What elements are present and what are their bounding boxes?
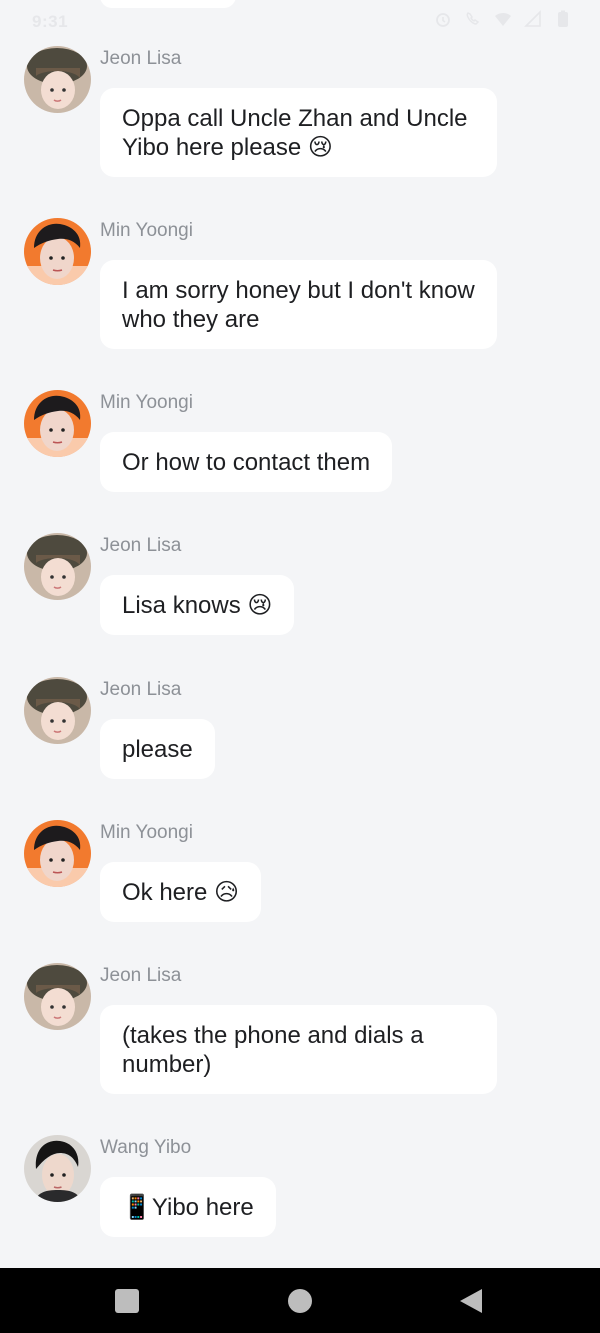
yibo-avatar[interactable] xyxy=(24,1135,91,1202)
lisa-avatar[interactable] xyxy=(24,963,91,1030)
sender-name: Wang Yibo xyxy=(100,1137,192,1158)
sender-name: Jeon Lisa xyxy=(100,48,182,69)
lisa-avatar[interactable] xyxy=(24,677,91,744)
message-bubble: Or how to contact them xyxy=(100,432,393,492)
lisa-avatar[interactable] xyxy=(24,46,91,113)
home-button[interactable] xyxy=(288,1289,312,1313)
signal-icon xyxy=(524,10,542,28)
message-bubble: Ok here 😥 xyxy=(100,862,262,922)
message-bubble: Lisa knows 😢 xyxy=(100,575,295,635)
sender-name: Jeon Lisa xyxy=(100,535,182,556)
back-button[interactable] xyxy=(458,1288,484,1314)
wifi-calling-icon xyxy=(464,10,482,28)
sender-name: Jeon Lisa xyxy=(100,679,182,700)
message-bubble: (takes the phone and dials a number) xyxy=(100,1005,497,1094)
recents-button[interactable] xyxy=(115,1289,139,1313)
back-triangle-icon xyxy=(460,1289,482,1313)
navigation-bar xyxy=(0,1268,600,1333)
wifi-icon xyxy=(494,10,512,28)
battery-icon xyxy=(554,10,572,28)
message-bubble: please xyxy=(100,719,215,779)
sender-name: Min Yoongi xyxy=(100,822,193,843)
sender-name: Jeon Lisa xyxy=(100,965,182,986)
status-bar: 9:31 xyxy=(0,0,600,44)
lisa-avatar[interactable] xyxy=(24,533,91,600)
yoongi-avatar[interactable] xyxy=(24,218,91,285)
yoongi-avatar[interactable] xyxy=(24,390,91,457)
status-icons xyxy=(434,10,572,28)
sender-name: Min Yoongi xyxy=(100,392,193,413)
message-bubble: Oppa call Uncle Zhan and Uncle Yibo here… xyxy=(100,88,497,177)
alarm-icon xyxy=(434,10,452,28)
message-bubble: I am sorry honey but I don't know who th… xyxy=(100,260,497,349)
sender-name: Min Yoongi xyxy=(100,220,193,241)
message-bubble: 📱Yibo here xyxy=(100,1177,276,1237)
yoongi-avatar[interactable] xyxy=(24,820,91,887)
status-time: 9:31 xyxy=(32,12,69,31)
previous-message-bubble xyxy=(100,0,236,8)
